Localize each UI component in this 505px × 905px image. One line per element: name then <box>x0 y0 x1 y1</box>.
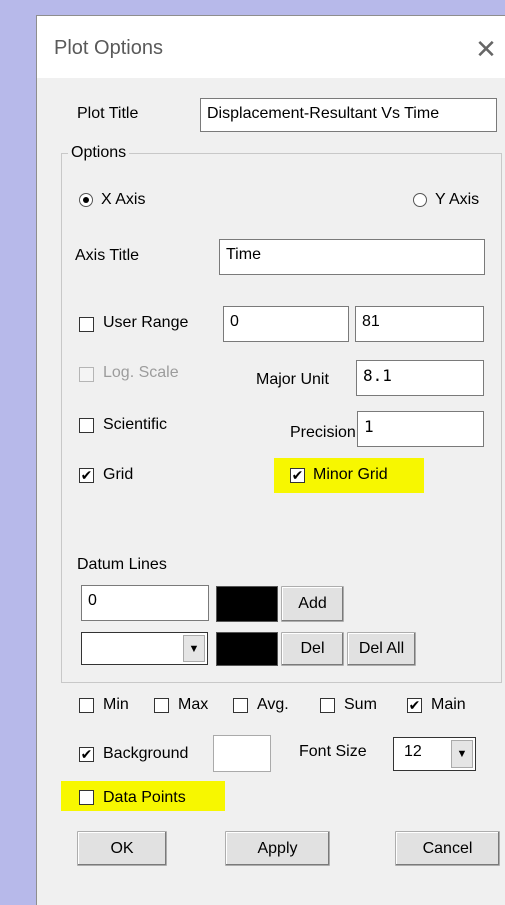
major-unit-label: Major Unit <box>256 371 329 388</box>
y-axis-radio[interactable] <box>413 193 427 207</box>
chevron-down-icon[interactable]: ▼ <box>183 635 205 662</box>
max-checkbox[interactable] <box>154 698 169 713</box>
avg-checkbox[interactable] <box>233 698 248 713</box>
plot-title-input[interactable]: Displacement-Resultant Vs Time <box>200 98 497 132</box>
precision-input[interactable]: 1 <box>357 411 484 447</box>
close-icon[interactable]: ✕ <box>466 34 505 66</box>
plot-options-dialog: Plot Options ✕ Plot Title Displacement-R… <box>36 15 505 905</box>
delete-all-datum-button[interactable]: Del All <box>347 632 416 666</box>
scientific-label: Scientific <box>103 416 168 433</box>
background-label: Background <box>103 745 189 762</box>
background-checkbox[interactable]: ✔ <box>79 747 94 762</box>
major-unit-input[interactable]: 8.1 <box>356 360 484 396</box>
max-label: Max <box>178 696 209 713</box>
sum-checkbox[interactable] <box>320 698 335 713</box>
datum-value-input[interactable]: 0 <box>81 585 209 621</box>
x-axis-label: X Axis <box>101 191 146 208</box>
cancel-button[interactable]: Cancel <box>395 831 500 866</box>
data-points-label: Data Points <box>103 789 186 806</box>
dialog-title: Plot Options <box>54 37 163 59</box>
title-bar: Plot Options ✕ <box>37 16 505 78</box>
log-scale-checkbox[interactable] <box>79 367 94 382</box>
datum-color-swatch-2[interactable] <box>216 632 278 666</box>
chevron-down-icon[interactable]: ▼ <box>451 740 473 768</box>
range-min-input[interactable]: 0 <box>223 306 349 342</box>
datum-lines-label: Datum Lines <box>77 556 167 573</box>
minor-grid-label: Minor Grid <box>313 466 388 483</box>
datum-color-swatch[interactable] <box>216 586 278 622</box>
main-label: Main <box>431 696 466 713</box>
apply-button[interactable]: Apply <box>225 831 330 866</box>
log-scale-label: Log. Scale <box>103 364 179 381</box>
avg-label: Avg. <box>257 696 289 713</box>
user-range-label: User Range <box>103 314 189 331</box>
precision-label: Precision <box>290 424 356 441</box>
options-legend: Options <box>68 144 130 162</box>
add-datum-button[interactable]: Add <box>281 586 344 622</box>
sum-label: Sum <box>344 696 377 713</box>
user-range-checkbox[interactable] <box>79 317 94 332</box>
font-size-select[interactable]: 12 ▼ <box>393 737 476 771</box>
axis-title-label: Axis Title <box>75 247 140 264</box>
delete-datum-button[interactable]: Del <box>281 632 344 666</box>
minor-grid-checkbox[interactable]: ✔ <box>290 468 305 483</box>
range-max-input[interactable]: 81 <box>355 306 484 342</box>
main-checkbox[interactable]: ✔ <box>407 698 422 713</box>
plot-title-label: Plot Title <box>77 105 139 122</box>
font-size-value: 12 <box>404 743 422 760</box>
grid-label: Grid <box>103 466 134 483</box>
y-axis-label: Y Axis <box>435 191 480 208</box>
radio-selected-dot <box>83 197 89 203</box>
scientific-checkbox[interactable] <box>79 418 94 433</box>
min-checkbox[interactable] <box>79 698 94 713</box>
min-label: Min <box>103 696 129 713</box>
background-color-swatch[interactable] <box>213 735 271 772</box>
x-axis-radio[interactable] <box>79 193 93 207</box>
grid-checkbox[interactable]: ✔ <box>79 468 94 483</box>
datum-line-select[interactable]: ▼ <box>81 632 208 665</box>
ok-button[interactable]: OK <box>77 831 167 866</box>
axis-title-input[interactable]: Time <box>219 239 485 275</box>
font-size-label: Font Size <box>299 743 367 760</box>
data-points-checkbox[interactable] <box>79 790 94 805</box>
